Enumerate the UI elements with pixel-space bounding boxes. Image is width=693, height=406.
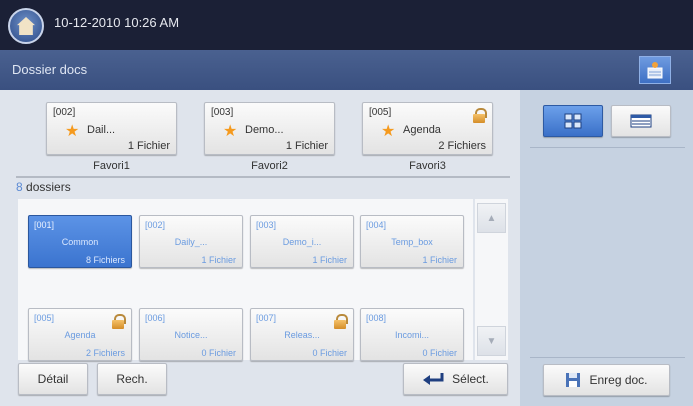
folder-name: Incomi... — [394, 330, 429, 340]
file-count: 0 Fichier — [422, 348, 457, 358]
grid-view-button[interactable] — [543, 105, 603, 137]
star-icon: ★ — [223, 123, 238, 140]
save-label: Enreg doc. — [589, 373, 648, 387]
folder-tile[interactable]: [002] Daily_... 1 Fichier — [139, 215, 243, 268]
file-count: 0 Fichier — [312, 348, 347, 358]
select-button[interactable]: Sélect. — [403, 363, 508, 395]
favorite-label: Favori2 — [251, 160, 288, 172]
divider — [530, 147, 685, 148]
save-icon — [566, 373, 581, 387]
datetime: 10-12-2010 10:26 AM — [54, 15, 180, 30]
lock-icon — [473, 108, 487, 123]
detail-button[interactable]: Détail — [18, 363, 88, 395]
folder-tile[interactable]: [007] Releas... 0 Fichier — [250, 308, 354, 361]
lock-icon — [334, 314, 348, 329]
folder-id: [003] — [256, 220, 277, 230]
divider — [530, 357, 685, 358]
file-count: 1 Fichier — [422, 255, 457, 265]
folder-tile[interactable]: [003] Demo_i... 1 Fichier — [250, 215, 354, 268]
folder-name: Demo... — [245, 124, 284, 136]
file-count: 8 Fichiers — [85, 255, 125, 265]
lock-icon — [112, 314, 126, 329]
select-label: Sélect. — [452, 372, 489, 386]
home-icon — [17, 17, 35, 35]
folder-name: Notice... — [174, 330, 208, 340]
folder-name: Agenda — [64, 330, 96, 340]
file-count: 1 Fichier — [285, 140, 328, 152]
folder-id: [001] — [34, 220, 55, 230]
file-count: 1 Fichier — [201, 255, 236, 265]
favorite-label: Favori3 — [409, 160, 446, 172]
folder-name: Daily_... — [174, 237, 208, 247]
folder-tile[interactable]: [001] Common 8 Fichiers — [28, 215, 132, 268]
folder-count-label: dossiers — [22, 180, 71, 194]
file-count: 2 Fichiers — [85, 348, 125, 358]
favorite-button-1[interactable]: [002] ★ Dail... 1 Fichier — [46, 102, 177, 155]
save-document-button[interactable]: Enreg doc. — [543, 364, 670, 396]
folder-id: [002] — [145, 220, 166, 230]
folder-tile[interactable]: [008] Incomi... 0 Fichier — [360, 308, 464, 361]
folder-id: [005] — [369, 107, 392, 118]
file-count: 1 Fichier — [127, 140, 170, 152]
folder-name: Temp_box — [391, 237, 433, 247]
folder-name: Releas... — [284, 330, 320, 340]
favorite-button-3[interactable]: [005] ★ Agenda 2 Fichiers — [362, 102, 493, 155]
folder-name: Agenda — [403, 124, 441, 136]
folder-id: [007] — [256, 313, 277, 323]
star-icon: ★ — [65, 123, 80, 140]
folder-name: Demo_i... — [282, 237, 322, 247]
list-view-button[interactable] — [611, 105, 671, 137]
detail-label: Détail — [37, 372, 69, 386]
folder-tile[interactable]: [004] Temp_box 1 Fichier — [360, 215, 464, 268]
list-view-icon — [630, 114, 652, 128]
scroll-down-button[interactable]: ▼ — [477, 326, 506, 356]
folder-id: [002] — [53, 107, 76, 118]
file-count: 1 Fichier — [312, 255, 347, 265]
page-title: Dossier docs — [12, 62, 88, 77]
star-icon: ★ — [381, 123, 396, 140]
folder-name: Common — [61, 237, 99, 247]
folder-id: [005] — [34, 313, 55, 323]
arrow-up-icon: ▲ — [486, 212, 497, 224]
folder-name: Dail... — [87, 124, 116, 136]
folder-count: 8 dossiers — [16, 180, 71, 194]
folder-id: [003] — [211, 107, 234, 118]
grid-view-icon — [564, 113, 582, 129]
favorite-button-2[interactable]: [003] ★ Demo... 1 Fichier — [204, 102, 335, 155]
folder-settings-icon — [647, 62, 663, 79]
right-panel — [520, 90, 693, 406]
folder-id: [008] — [366, 313, 387, 323]
title-bar — [0, 50, 693, 90]
enter-icon — [423, 373, 444, 385]
search-label: Rech. — [116, 372, 148, 386]
settings-button[interactable] — [639, 56, 671, 84]
folder-id: [004] — [366, 220, 387, 230]
favorite-label: Favori1 — [93, 160, 130, 172]
file-count: 0 Fichier — [201, 348, 236, 358]
divider — [16, 176, 510, 178]
arrow-down-icon: ▼ — [486, 335, 497, 347]
folder-count-number: 8 — [16, 180, 23, 194]
search-button[interactable]: Rech. — [97, 363, 167, 395]
file-count: 2 Fichiers — [438, 140, 486, 152]
folder-id: [006] — [145, 313, 166, 323]
home-button[interactable] — [8, 8, 44, 44]
folder-tile[interactable]: [006] Notice... 0 Fichier — [139, 308, 243, 361]
folder-tile[interactable]: [005] Agenda 2 Fichiers — [28, 308, 132, 361]
scroll-up-button[interactable]: ▲ — [477, 203, 506, 233]
scrollbar[interactable]: ▲ ▼ — [475, 199, 508, 360]
